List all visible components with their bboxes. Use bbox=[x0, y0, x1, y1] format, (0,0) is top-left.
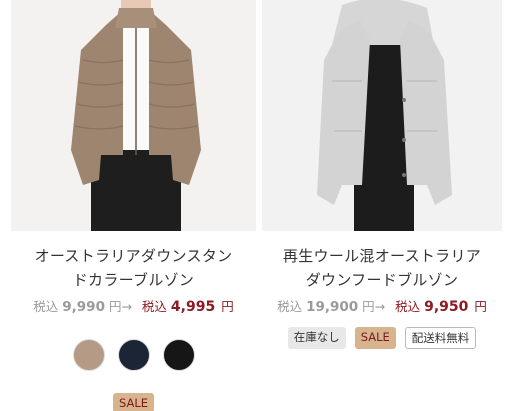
color-swatch-beige[interactable] bbox=[72, 339, 105, 371]
product-image[interactable] bbox=[11, 0, 256, 231]
yen-arrow: 円→ bbox=[362, 299, 386, 314]
free-shipping-badge: 配送料無料 bbox=[404, 327, 477, 349]
out-of-stock-badge: 在庫なし bbox=[287, 327, 346, 349]
badge-row: SALE bbox=[11, 393, 256, 411]
yen-label: 円 bbox=[221, 299, 234, 314]
sale-badge: SALE bbox=[354, 327, 396, 349]
product-title-line2: ドカラーブルゾン bbox=[72, 271, 195, 289]
product-title[interactable]: 再生ウール混オーストラリア ダウンフードブルゾン bbox=[262, 244, 502, 292]
yen-label: 円 bbox=[474, 299, 487, 314]
price-row: 税込 9,990 円→ 税込 4,995 円 bbox=[11, 296, 256, 315]
jacket-photo bbox=[11, 0, 256, 231]
original-price: 19,900 bbox=[306, 299, 359, 315]
tax-label: 税込 bbox=[277, 299, 303, 314]
product-title-line1: オーストラリアダウンスタン bbox=[34, 247, 233, 265]
sale-tax-label: 税込 bbox=[141, 299, 167, 314]
sale-price: 4,995 bbox=[170, 299, 216, 315]
product-title-line2: ダウンフードブルゾン bbox=[305, 271, 459, 289]
color-swatch-navy[interactable] bbox=[117, 339, 150, 371]
price-row: 税込 19,900 円→ 税込 9,950 円 bbox=[262, 296, 502, 315]
badge-row: 在庫なし SALE 配送料無料 bbox=[262, 327, 502, 349]
yen-arrow: 円→ bbox=[108, 299, 132, 314]
sale-price: 9,950 bbox=[424, 299, 469, 315]
product-title[interactable]: オーストラリアダウンスタン ドカラーブルゾン bbox=[11, 244, 256, 292]
sale-badge: SALE bbox=[112, 393, 155, 411]
tax-label: 税込 bbox=[33, 299, 59, 314]
product-image[interactable] bbox=[262, 0, 502, 231]
color-swatch-black[interactable] bbox=[162, 339, 195, 371]
original-price: 9,990 bbox=[62, 299, 105, 315]
color-swatches bbox=[11, 339, 256, 371]
product-card-wool-down-hood[interactable]: 再生ウール混オーストラリア ダウンフードブルゾン 税込 19,900 円→ 税込… bbox=[262, 0, 502, 349]
sale-tax-label: 税込 bbox=[395, 299, 421, 314]
jacket-photo bbox=[262, 0, 502, 231]
product-title-line1: 再生ウール混オーストラリア bbox=[282, 247, 482, 265]
product-card-down-stand-collar[interactable]: オーストラリアダウンスタン ドカラーブルゾン 税込 9,990 円→ 税込 4,… bbox=[11, 0, 256, 411]
